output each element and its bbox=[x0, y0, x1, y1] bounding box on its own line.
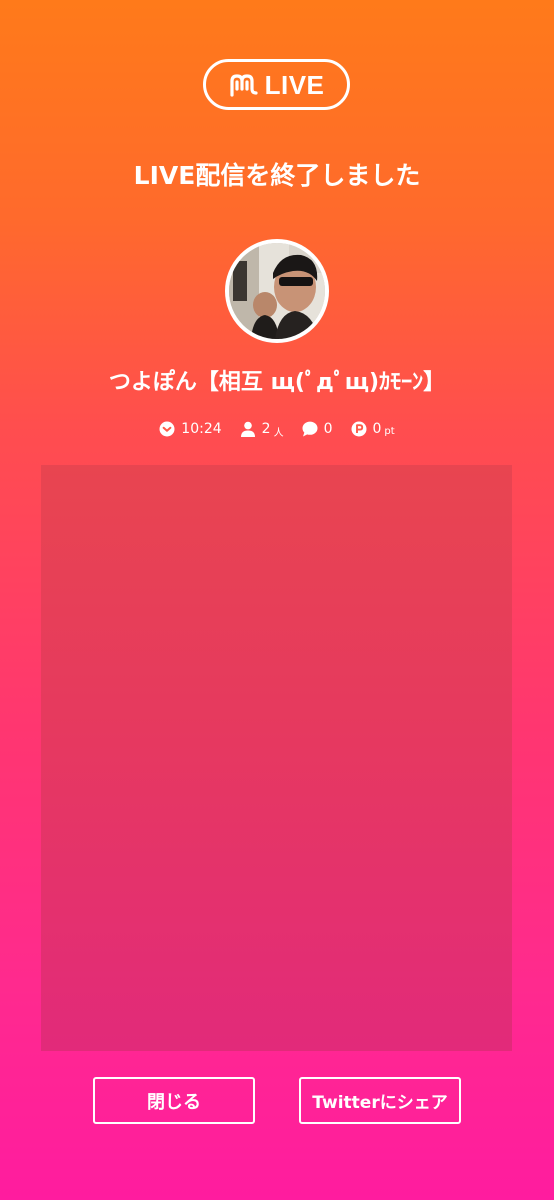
stat-viewers: 2 人 bbox=[240, 421, 284, 439]
stat-duration-value: 10:24 bbox=[181, 421, 222, 437]
stat-points: 0 pt bbox=[351, 421, 395, 437]
content-panel bbox=[41, 465, 512, 1051]
stat-viewers-value: 2 bbox=[261, 421, 271, 437]
stat-points-value: 0 bbox=[372, 421, 382, 437]
broadcaster-name: つよぽん【相互 щ(ﾟдﾟщ)ｶﾓｰﾝ】 bbox=[108, 370, 446, 395]
stat-duration: 10:24 bbox=[159, 421, 222, 437]
clock-icon bbox=[159, 421, 175, 437]
app-logo: LIVE bbox=[203, 59, 350, 110]
broadcaster-avatar bbox=[225, 239, 329, 343]
stat-comments: 0 bbox=[302, 421, 333, 437]
m-logo-icon bbox=[229, 73, 258, 97]
close-button[interactable]: 閉じる bbox=[93, 1077, 255, 1124]
stat-viewers-unit: 人 bbox=[273, 427, 284, 439]
stat-points-unit: pt bbox=[384, 425, 395, 437]
point-coin-icon bbox=[351, 421, 366, 437]
stat-comments-value: 0 bbox=[323, 421, 333, 437]
logo-text: LIVE bbox=[264, 69, 325, 100]
speech-bubble-icon bbox=[302, 421, 318, 437]
twitter-share-button[interactable]: Twitterにシェア bbox=[299, 1077, 461, 1124]
page-title: LIVE配信を終了しました bbox=[133, 161, 421, 190]
broadcast-stats: 10:24 2 人 0 0 pt bbox=[0, 417, 554, 441]
person-icon bbox=[240, 421, 255, 437]
broadcaster-photo bbox=[229, 243, 325, 339]
